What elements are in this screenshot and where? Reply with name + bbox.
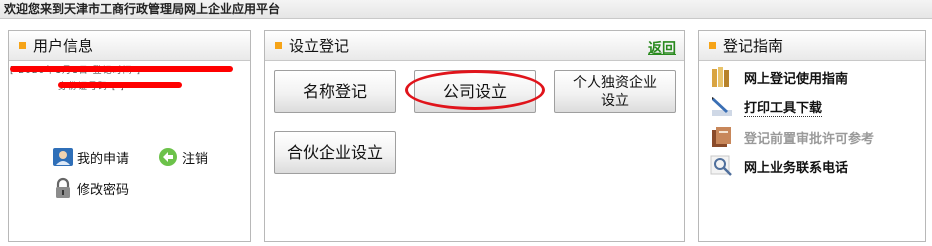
name-registration-button[interactable]: 名称登记 — [274, 70, 396, 113]
document-stack-icon — [710, 126, 734, 148]
guide-item-usage-guide[interactable]: 网上登记使用指南 — [710, 66, 848, 88]
magnifier-icon — [710, 155, 734, 177]
guide-item-pre-approval-reference[interactable]: 登记前置审批许可参考 — [710, 126, 874, 148]
logout-link[interactable]: 注销 — [157, 146, 208, 168]
partnership-establishment-button[interactable]: 合伙企业设立 — [274, 131, 396, 174]
bullet-icon — [709, 42, 716, 49]
user-info-header: 用户信息 — [9, 31, 250, 61]
user-info-title: 用户信息 — [33, 37, 94, 55]
user-info-panel: 用户信息 — [8, 30, 251, 242]
redacted-user-line-2: 身份证号码 [ ] — [58, 79, 182, 92]
establish-registration-title: 设立登记 — [289, 37, 350, 55]
registration-guide-title: 登记指南 — [723, 37, 784, 55]
welcome-text: 欢迎您来到天津市工商行政管理局网上企业应用平台 — [4, 2, 281, 16]
establish-registration-header: 设立登记 返回 — [265, 31, 684, 61]
logout-arrow-icon — [157, 146, 179, 168]
bullet-icon — [275, 42, 282, 49]
redaction-mark — [58, 82, 182, 88]
back-link[interactable]: 返回 — [648, 38, 676, 58]
my-application-link[interactable]: 我的申请 — [52, 146, 129, 168]
redacted-user-line-1: [ 2020年1月1日 登记时间 ] — [10, 63, 233, 76]
guide-item-print-tool-download[interactable]: 打印工具下载 — [710, 96, 823, 118]
user-profile-icon — [52, 146, 74, 168]
pen-icon — [710, 96, 734, 118]
books-icon — [710, 66, 734, 88]
change-password-link[interactable]: 修改密码 — [52, 177, 129, 199]
welcome-bar: 欢迎您来到天津市工商行政管理局网上企业应用平台 — [0, 0, 932, 19]
lock-icon — [52, 177, 74, 199]
redaction-mark — [10, 66, 233, 72]
highlight-circle — [405, 70, 545, 110]
sole-proprietorship-button[interactable]: 个人独资企业 设立 — [554, 70, 676, 113]
registration-guide-header: 登记指南 — [699, 31, 925, 61]
bullet-icon — [19, 42, 26, 49]
guide-item-contact-phone[interactable]: 网上业务联系电话 — [710, 155, 848, 177]
